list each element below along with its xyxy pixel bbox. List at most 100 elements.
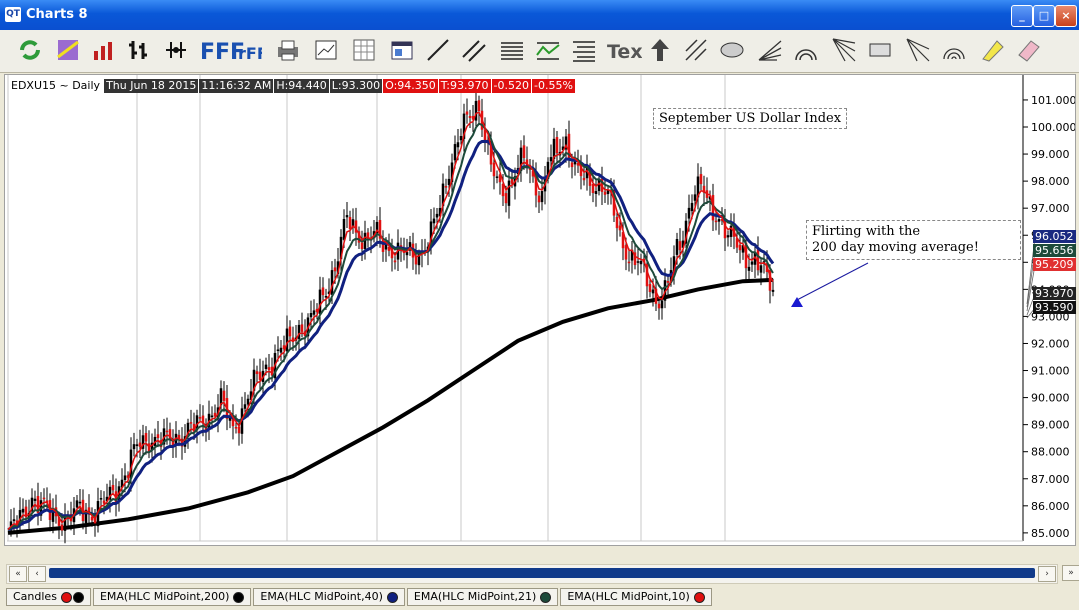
candle-body xyxy=(285,328,289,352)
price-tag-ema10: 95.209 xyxy=(1033,258,1076,271)
price-tag-ema21: 95.656 xyxy=(1033,244,1076,257)
candle-body xyxy=(393,260,397,263)
candle-body xyxy=(582,177,586,181)
line-tool-icon[interactable] xyxy=(424,35,452,65)
y-tick-label: 90.000 xyxy=(1031,392,1070,405)
candle-body xyxy=(690,202,694,212)
chart-panel[interactable]: SepNovDec2015FebMarAprMayJun85.00086.000… xyxy=(4,74,1076,546)
font-icon[interactable]: FFFrFF xyxy=(200,35,262,65)
y-tick-label: 86.000 xyxy=(1031,500,1070,513)
properties-icon[interactable] xyxy=(388,35,416,65)
y-tick-label: 87.000 xyxy=(1031,473,1070,486)
speed-lines-icon[interactable] xyxy=(830,35,858,65)
horizontal-lines-icon[interactable] xyxy=(498,35,526,65)
candle-body xyxy=(198,417,202,419)
scroll-thumb[interactable] xyxy=(49,568,1035,578)
candle-body xyxy=(693,194,697,201)
legend-candles[interactable]: Candles xyxy=(6,588,91,606)
bar-icon[interactable] xyxy=(126,35,154,65)
candle-body xyxy=(750,261,754,265)
toolbar: FFFrFF Text xyxy=(0,30,1079,73)
candle-body xyxy=(342,218,346,240)
gann-fan-icon[interactable] xyxy=(904,35,932,65)
candle-body xyxy=(348,217,352,230)
study-legend: Candles EMA(HLC MidPoint,200) EMA(HLC Mi… xyxy=(6,588,714,606)
candle-body xyxy=(258,371,262,380)
chart-title-annotation[interactable]: September US Dollar Index xyxy=(653,108,848,129)
plot-background xyxy=(7,75,1023,541)
candle-body xyxy=(555,137,559,154)
window-title: Charts 8 xyxy=(26,7,88,22)
y-tick-label: 100.000 xyxy=(1031,121,1075,134)
candle-body xyxy=(333,267,337,272)
window-titlebar: QT Charts 8 _ □ × xyxy=(0,0,1079,30)
y-tick-label: 91.000 xyxy=(1031,365,1070,378)
legend-ema10[interactable]: EMA(HLC MidPoint,10) xyxy=(560,588,712,606)
fan-icon[interactable] xyxy=(756,35,784,65)
circles-icon[interactable] xyxy=(940,35,968,65)
candle-body xyxy=(33,498,37,501)
last-label: T:93.970 xyxy=(438,79,491,93)
legend-swatch xyxy=(540,591,552,603)
candle-body xyxy=(21,508,25,513)
maximize-button[interactable]: □ xyxy=(1033,5,1055,27)
scroll-last-button[interactable]: » xyxy=(1062,565,1079,581)
grid-icon[interactable] xyxy=(350,35,378,65)
pitchfork-icon[interactable] xyxy=(682,35,710,65)
candle-body xyxy=(309,313,313,318)
close-button[interactable]: × xyxy=(1055,5,1077,27)
studies-icon[interactable] xyxy=(54,35,82,65)
legend-ema40[interactable]: EMA(HLC MidPoint,40) xyxy=(253,588,405,606)
scroll-right-button[interactable]: › xyxy=(1038,566,1056,582)
comment-line-1: Flirting with the xyxy=(812,224,921,239)
candle-body xyxy=(456,142,460,148)
ellipse-tool-icon[interactable] xyxy=(718,35,746,65)
candle-body xyxy=(111,485,115,491)
candle-body xyxy=(132,444,136,450)
channel-icon[interactable] xyxy=(534,35,562,65)
candle-body xyxy=(657,303,661,309)
parallel-lines-icon[interactable] xyxy=(460,35,488,65)
legend-ema21[interactable]: EMA(HLC MidPoint,21) xyxy=(406,588,559,606)
candle-body xyxy=(738,244,742,251)
refresh-icon[interactable] xyxy=(16,35,44,65)
minimize-button[interactable]: _ xyxy=(1011,5,1033,27)
legend-swatch xyxy=(60,591,72,603)
rectangle-tool-icon[interactable] xyxy=(866,35,894,65)
candle-body xyxy=(687,207,691,219)
candle-body xyxy=(699,174,703,185)
candle-body xyxy=(507,180,511,206)
candle-body xyxy=(144,432,148,442)
price-tag-ema200: 93.590 xyxy=(1033,301,1076,314)
print-icon[interactable] xyxy=(274,35,302,65)
candle-body xyxy=(477,100,481,111)
time-label: 11:16:32 AM xyxy=(199,79,274,93)
legend-ema200[interactable]: EMA(HLC MidPoint,200) xyxy=(92,588,252,606)
window-icon[interactable] xyxy=(312,35,340,65)
price-chart[interactable]: SepNovDec2015FebMarAprMayJun85.00086.000… xyxy=(5,75,1075,545)
candle-body xyxy=(624,245,628,260)
arc-icon[interactable] xyxy=(792,35,820,65)
candle-body xyxy=(246,398,250,405)
fibonacci-icon[interactable] xyxy=(570,35,598,65)
candle-body xyxy=(138,442,142,447)
horizontal-scrollbar[interactable]: « ‹ › xyxy=(6,564,1058,584)
eraser-icon[interactable] xyxy=(1014,35,1042,65)
candle-body xyxy=(747,266,751,271)
high-label: H:94.440 xyxy=(274,79,329,93)
scroll-left-button[interactable]: ‹ xyxy=(28,566,46,582)
comment-annotation[interactable]: Flirting with the 200 day moving average… xyxy=(806,220,1021,260)
chart-style-icon[interactable] xyxy=(90,35,118,65)
candle-icon[interactable] xyxy=(162,35,190,65)
candle-body xyxy=(591,183,595,194)
arrow-tool-icon[interactable] xyxy=(646,35,674,65)
highlighter-icon[interactable] xyxy=(978,35,1006,65)
open-label: O:94.350 xyxy=(383,79,438,93)
candle-body xyxy=(90,516,94,521)
candle-body xyxy=(648,284,652,293)
candle-body xyxy=(237,426,241,434)
text-tool-icon[interactable]: Text xyxy=(606,35,642,65)
candle-body xyxy=(522,145,526,158)
candle-body xyxy=(243,404,247,409)
scroll-first-button[interactable]: « xyxy=(9,566,27,582)
